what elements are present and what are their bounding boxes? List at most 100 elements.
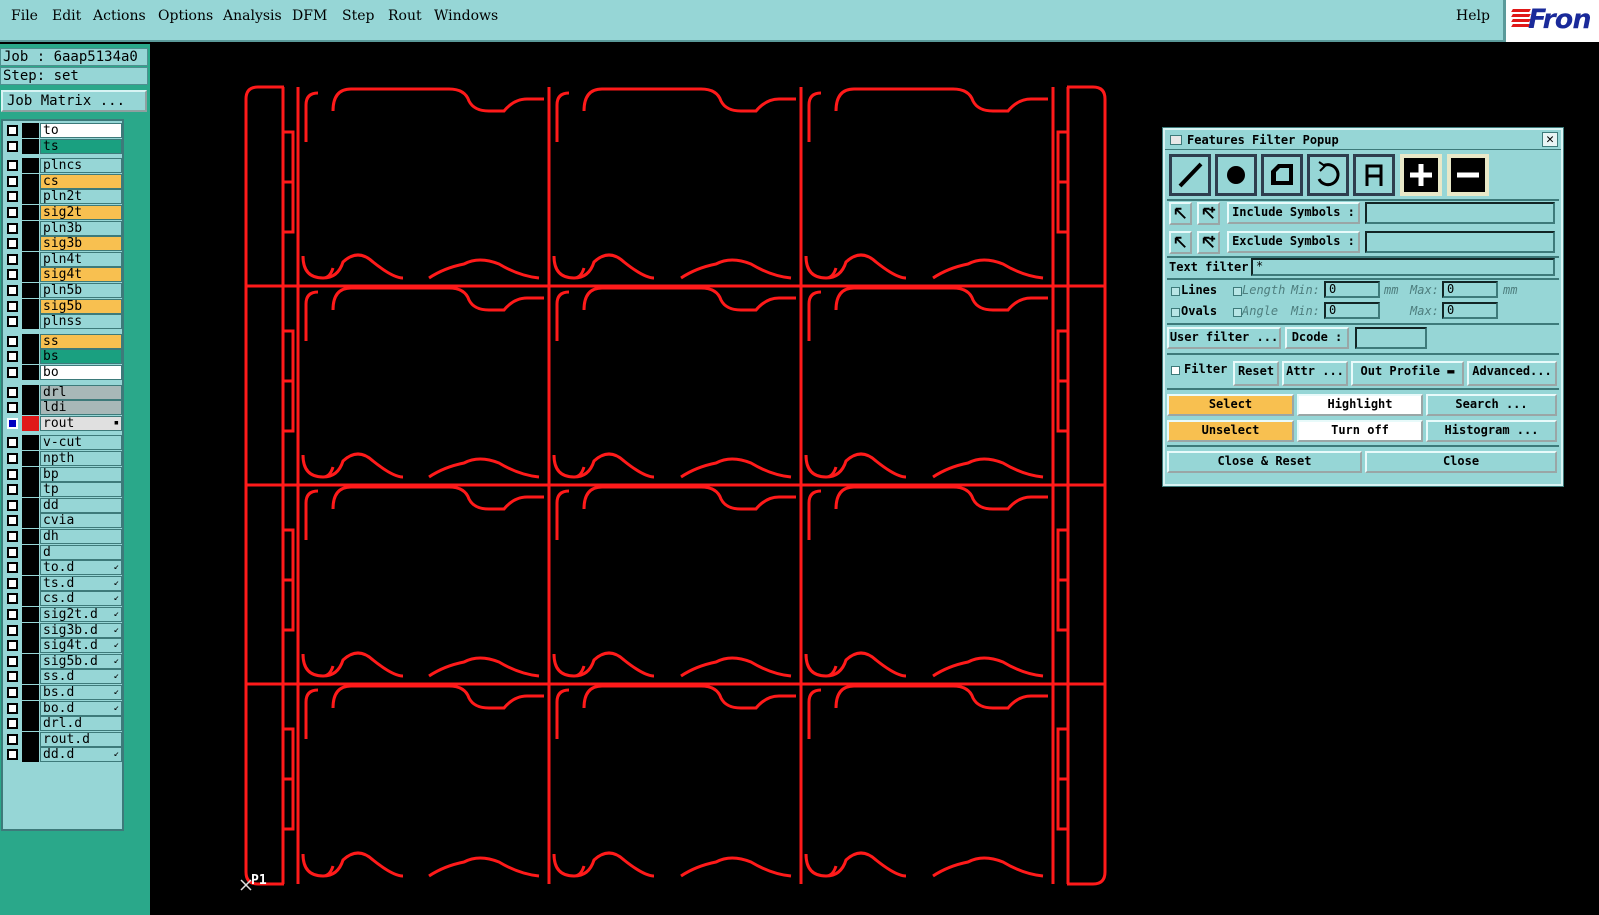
layer-row[interactable]: ts [5,138,122,154]
layer-row[interactable]: d [5,544,122,560]
ovals-checkbox[interactable] [1171,308,1180,317]
layer-name[interactable]: bp [40,466,122,482]
surface-tool-icon[interactable] [1261,154,1303,196]
layer-row[interactable]: bs.d ↙ [5,685,122,700]
angle-min-input[interactable]: 0 [1324,302,1380,319]
layer-name[interactable]: ss [40,333,122,349]
filter-checkbox[interactable] [1171,366,1180,375]
layer-checkbox[interactable] [7,191,18,203]
layer-name[interactable]: dd [40,497,122,513]
layer-checkbox[interactable] [7,515,18,527]
layer-checkbox[interactable] [7,453,18,464]
layer-name[interactable]: sig4t [40,267,122,283]
layer-row[interactable]: dd [5,497,122,513]
layer-checkbox[interactable] [7,175,18,187]
layer-checkbox[interactable] [7,238,18,250]
layer-checkbox[interactable] [7,749,18,761]
layer-row[interactable]: dd.d ↙ [5,747,122,763]
layer-checkbox[interactable] [7,640,18,652]
plus-icon[interactable] [1400,154,1442,196]
minus-icon[interactable] [1447,154,1489,196]
layer-checkbox[interactable] [7,367,18,378]
layer-row[interactable]: bo.d ↙ [5,700,122,716]
layer-name[interactable]: pln2t [40,189,122,205]
layer-checkbox[interactable] [7,386,18,398]
unselect-button[interactable]: Unselect [1167,420,1294,442]
layer-checkbox[interactable] [7,687,18,698]
text-filter-input[interactable]: * [1251,258,1555,276]
out-profile-dropdown[interactable]: Out Profile ▬ [1351,361,1464,386]
dcode-input[interactable] [1355,327,1427,349]
layer-checkbox[interactable] [7,468,18,480]
layer-checkbox[interactable] [7,562,18,574]
layer-row[interactable]: rout ▪ [5,415,122,431]
layer-name[interactable]: dd.d [40,747,122,763]
layer-row[interactable]: ldi [5,400,122,416]
layer-row[interactable]: drl.d [5,716,122,732]
layer-row[interactable]: to [5,123,122,138]
layer-checkbox[interactable] [7,437,18,449]
layer-name[interactable]: sig2t [40,205,122,220]
layer-row[interactable]: sig5b [5,298,122,314]
layer-checkbox[interactable] [7,402,18,414]
text-tool-icon[interactable] [1353,154,1395,196]
layer-name[interactable]: pln5b [40,283,122,298]
layer-row[interactable]: plnss [5,314,122,330]
user-filter-button[interactable]: User filter ... [1167,327,1281,349]
layer-checkbox[interactable] [7,531,18,542]
menu-edit[interactable]: Edit [52,8,81,24]
layer-row[interactable]: pln2t [5,189,122,205]
layer-row[interactable]: bs [5,349,122,365]
layer-row[interactable]: cs [5,173,122,189]
pick-arrow-icon[interactable] [1169,231,1192,254]
angle-max-input[interactable]: 0 [1442,302,1498,319]
layer-row[interactable]: sig3b [5,236,122,252]
close-reset-button[interactable]: Close & Reset [1167,451,1362,473]
lines-checkbox[interactable] [1171,287,1180,296]
layer-row[interactable]: to.d ↙ [5,560,122,576]
layer-name[interactable]: plnss [40,314,122,330]
layer-checkbox[interactable] [7,417,18,429]
layer-checkbox[interactable] [7,300,18,312]
layer-row[interactable]: v-cut [5,435,122,451]
layer-row[interactable]: sig2t.d ↙ [5,607,122,622]
layer-row[interactable]: sig5b.d ↙ [5,653,122,669]
layer-name[interactable]: cs [40,173,122,189]
layer-checkbox[interactable] [7,671,18,683]
layer-row[interactable]: rout.d [5,731,122,747]
layer-name[interactable]: ts [40,138,122,154]
layer-checkbox[interactable] [7,269,18,281]
layer-row[interactable]: pln4t [5,251,122,267]
layer-checkbox[interactable] [7,140,18,152]
layer-row[interactable]: sig4t [5,267,122,283]
layer-name[interactable]: bo.d [40,700,122,716]
layer-name[interactable]: to.d [40,560,122,576]
layer-name[interactable]: bs.d [40,685,122,700]
menu-rout[interactable]: Rout [388,8,422,24]
layer-checkbox[interactable] [7,546,18,558]
job-matrix-button[interactable]: Job Matrix ... [1,90,147,112]
layer-row[interactable]: npth [5,451,122,466]
attr-button[interactable]: Attr ... [1282,361,1348,386]
layer-name[interactable]: rout.d [40,731,122,747]
angle-checkbox[interactable] [1233,308,1242,317]
reset-button[interactable]: Reset [1233,361,1279,386]
layer-name[interactable]: plncs [40,158,122,174]
layer-checkbox[interactable] [7,253,18,265]
layer-name[interactable]: ts.d [40,575,122,591]
search-button[interactable]: Search ... [1426,394,1557,416]
pick-add-arrow-icon[interactable] [1197,202,1220,225]
layer-name[interactable]: cs.d [40,591,122,607]
layer-row[interactable]: bo [5,365,122,380]
advanced-button[interactable]: Advanced... [1467,361,1557,386]
layer-checkbox[interactable] [7,609,18,620]
layer-name[interactable]: tp [40,482,122,498]
arc-tool-icon[interactable] [1307,154,1349,196]
layer-checkbox[interactable] [7,160,18,172]
length-checkbox[interactable] [1233,287,1242,296]
layer-checkbox[interactable] [7,222,18,234]
layer-name[interactable]: rout [40,415,122,431]
layer-name[interactable]: drl.d [40,716,122,732]
layer-row[interactable]: ts.d ↙ [5,575,122,591]
layer-checkbox[interactable] [7,577,18,589]
